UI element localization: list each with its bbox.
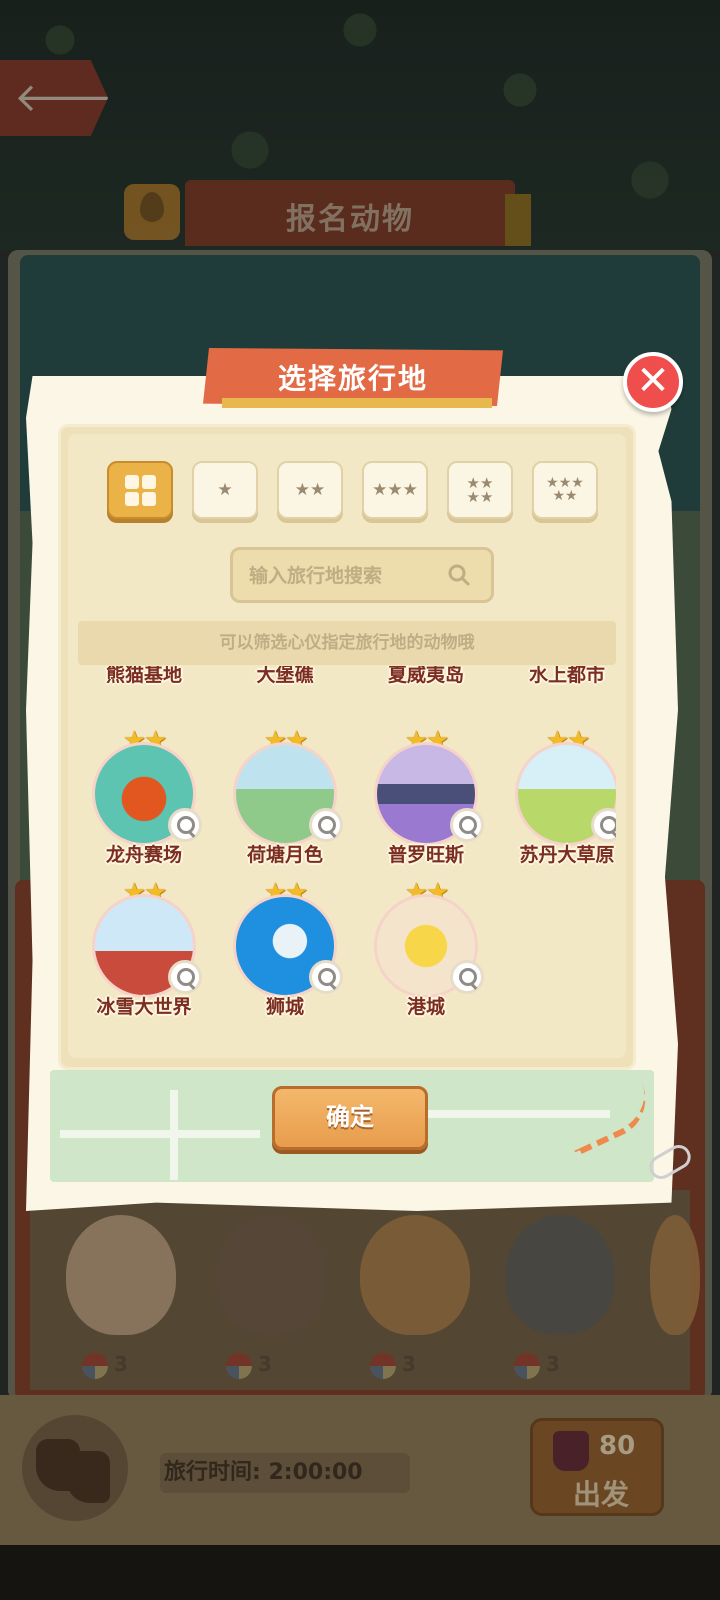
zoom-icon[interactable] (309, 960, 343, 994)
close-button[interactable]: ✕ (623, 352, 683, 412)
destination-item[interactable]: ★★ 龙舟赛场 (78, 728, 214, 878)
destination-item[interactable]: ★★ 苏丹大草原 (497, 728, 616, 878)
destination-name: 港城 (406, 996, 445, 1018)
zoom-icon[interactable] (168, 960, 202, 994)
filter-1-star-tab[interactable]: ★ (192, 461, 258, 519)
destination-name: 狮城 (265, 996, 304, 1018)
destination-name: 水上都市 (528, 666, 605, 686)
dialog-title-underline (222, 398, 492, 408)
star-icon: ★ (217, 479, 233, 500)
star-icon: ★★ ★★ (466, 474, 494, 506)
destination-item[interactable]: ★★ 荷塘月色 (215, 728, 355, 878)
zoom-icon[interactable] (450, 808, 484, 842)
destination-name: 龙舟赛场 (105, 844, 182, 866)
destination-name: 大堡礁 (256, 666, 314, 686)
destination-name: 夏威夷岛 (387, 666, 464, 686)
destination-list[interactable]: 熊猫基地 大堡礁 夏威夷岛 水上都市 ★★ 龙舟赛场 ★★ 荷塘月色 ★★ 普罗… (78, 666, 616, 1046)
destination-name: 熊猫基地 (105, 666, 182, 686)
close-icon: ✕ (636, 358, 670, 404)
destination-item[interactable]: ★★ 冰雪大世界 (78, 880, 214, 1030)
zoom-icon[interactable] (450, 960, 484, 994)
destination-item[interactable]: 夏威夷岛 (356, 666, 496, 698)
destination-name: 普罗旺斯 (387, 844, 464, 866)
grid-icon (124, 474, 156, 506)
map-road (60, 1130, 260, 1138)
filter-2-star-tab[interactable]: ★★ (277, 461, 343, 519)
star-icon: ★★★ ★★ (546, 475, 584, 504)
search-icon[interactable] (447, 563, 471, 587)
destination-item[interactable]: ★★ 狮城 (215, 880, 355, 1030)
filter-all-tab[interactable] (107, 461, 173, 519)
destination-item[interactable]: 大堡礁 (215, 666, 355, 698)
destination-name: 冰雪大世界 (96, 996, 192, 1018)
filter-3-star-tab[interactable]: ★★★ (362, 461, 428, 519)
filter-4-star-tab[interactable]: ★★ ★★ (447, 461, 513, 519)
search-box (230, 547, 494, 603)
destination-name: 荷塘月色 (246, 844, 323, 866)
destination-item[interactable]: ★★ 港城 (356, 880, 496, 1030)
star-icon: ★★ (294, 479, 326, 500)
filter-hint: 可以筛选心仪指定旅行地的动物哦 (78, 621, 616, 665)
star-icon: ★★★ (372, 479, 418, 500)
destination-name: 苏丹大草原 (519, 844, 615, 866)
destination-item[interactable]: ★★ 普罗旺斯 (356, 728, 496, 878)
destination-item[interactable]: 熊猫基地 (78, 666, 214, 698)
dialog-title: 选择旅行地 (277, 362, 428, 395)
filter-5-star-tab[interactable]: ★★★ ★★ (532, 461, 598, 519)
search-input[interactable] (249, 560, 439, 592)
map-road (170, 1090, 178, 1180)
zoom-icon[interactable] (168, 808, 202, 842)
destination-item[interactable]: 水上都市 (497, 666, 616, 698)
confirm-button[interactable]: 确定 (272, 1086, 428, 1150)
zoom-icon[interactable] (309, 808, 343, 842)
